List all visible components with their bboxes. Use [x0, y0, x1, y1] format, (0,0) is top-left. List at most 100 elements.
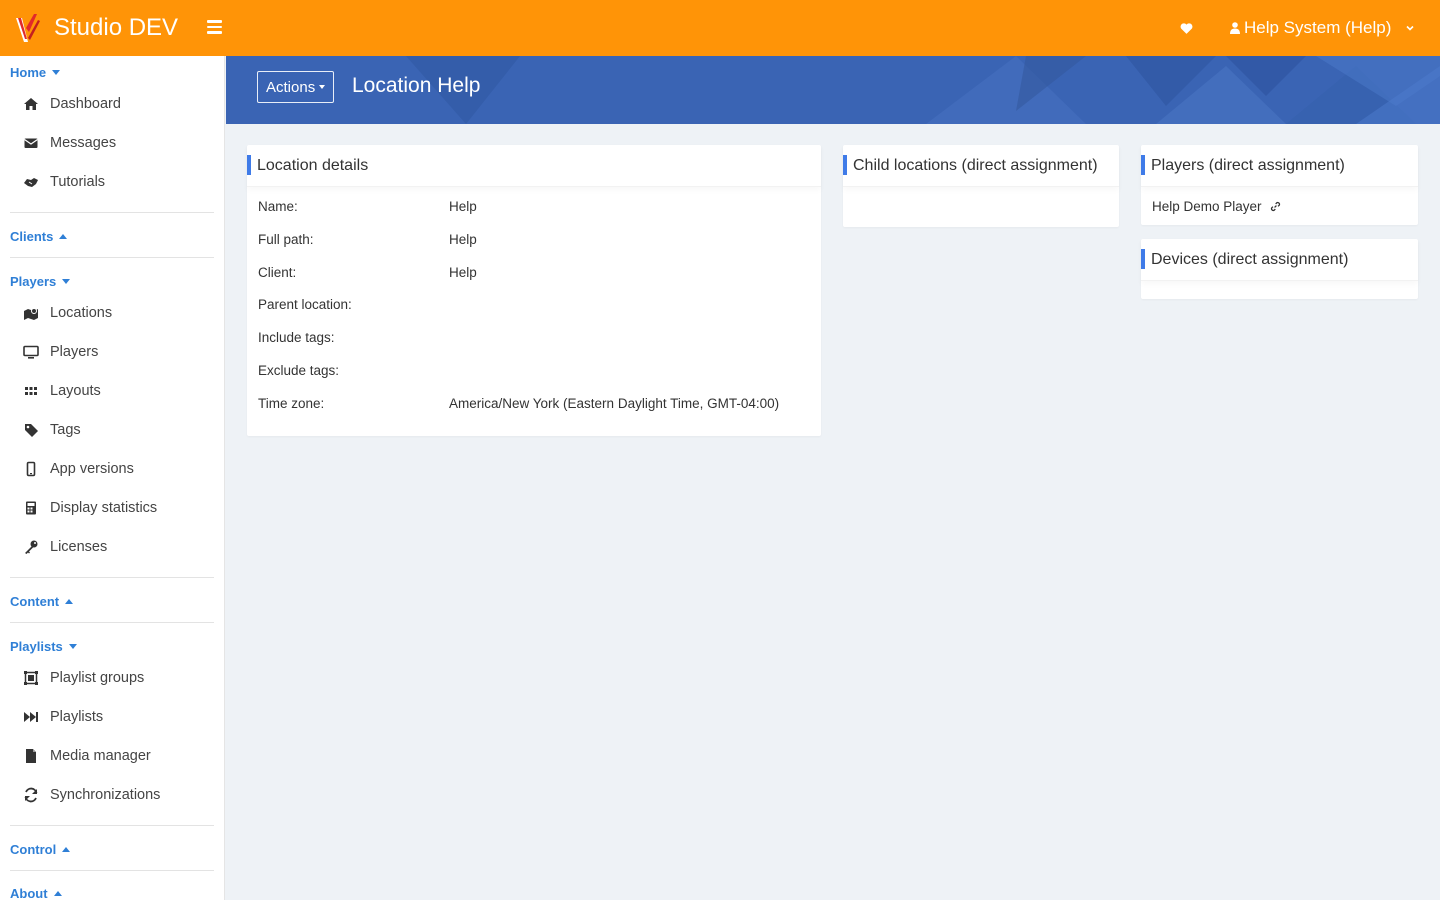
sidebar-divider [10, 870, 214, 871]
file-icon [22, 748, 40, 764]
detail-value: Help [449, 231, 477, 247]
page-title: Location Help [352, 74, 481, 97]
sidebar-item-label: Playlist groups [50, 670, 145, 686]
sidebar-item-players[interactable]: Players [22, 344, 98, 360]
sidebar-item-label: Tags [50, 422, 81, 438]
sidebar-item-locations[interactable]: Locations [22, 305, 112, 321]
sidebar-item-label: Players [50, 344, 99, 360]
sidebar-item-label: Dashboard [50, 96, 121, 112]
calculator-icon [22, 500, 40, 516]
sidebar-item-dashboard[interactable]: Dashboard [22, 96, 121, 112]
sidebar-divider [10, 825, 214, 826]
sidebar-item-label: Tutorials [50, 174, 106, 190]
sidebar-item-label: Licenses [50, 539, 108, 555]
player-name: Help Demo Player [1152, 199, 1262, 214]
location-details-card: Location details Name: Help Full path: Help… [247, 145, 821, 436]
child-locations-card: Child locations (direct assignment) [843, 145, 1119, 227]
section-label: Home [10, 65, 47, 80]
sidebar-item-synchronizations[interactable]: Synchronizations [22, 787, 160, 803]
sidebar-section-players[interactable]: Players [10, 274, 71, 289]
app-logo[interactable] [14, 12, 42, 44]
card-header: Location details [247, 145, 821, 187]
caret-down-icon [68, 644, 77, 649]
card-title: Players (direct assignment) [1151, 157, 1345, 174]
player-item[interactable]: Help Demo Player [1152, 199, 1281, 214]
detail-label: Full path: [258, 231, 314, 247]
card-title: Devices (direct assignment) [1151, 251, 1349, 268]
sidebar-section-clients[interactable]: Clients [10, 229, 68, 244]
app-title[interactable]: Studio DEV [54, 14, 178, 42]
actions-button[interactable]: Actions [257, 71, 335, 103]
card-header: Devices (direct assignment) [1141, 239, 1418, 281]
caret-down-icon [52, 70, 61, 75]
section-label: Players [10, 274, 57, 289]
detail-label: Parent location: [258, 297, 352, 313]
card-header: Child locations (direct assignment) [843, 145, 1119, 187]
sidebar-item-app-versions[interactable]: App versions [22, 461, 134, 477]
key-icon [22, 539, 40, 555]
detail-label: Include tags: [258, 330, 335, 346]
sidebar-item-display-statistics[interactable]: Display statistics [22, 500, 157, 516]
sidebar-item-playlist-groups[interactable]: Playlist groups [22, 670, 144, 686]
card-title: Location details [257, 157, 369, 174]
monitor-icon [22, 344, 40, 360]
caret-down-icon [319, 85, 326, 89]
sync-icon [22, 787, 40, 803]
sidebar-item-playlists[interactable]: Playlists [22, 709, 103, 725]
section-label: Clients [10, 229, 54, 244]
caret-down-icon [62, 279, 71, 284]
detail-value: Help [449, 199, 477, 214]
tag-icon [22, 422, 40, 438]
sidebar-item-tutorials[interactable]: Tutorials [22, 174, 105, 190]
user-menu[interactable]: Help System (Help) [1230, 18, 1415, 38]
top-bar: Studio DEV Help System (Help) [0, 0, 1440, 56]
caret-up-icon [65, 599, 74, 604]
heart-icon[interactable] [1180, 22, 1193, 35]
detail-label: Time zone: [258, 395, 325, 411]
sidebar-section-home[interactable]: Home [10, 65, 61, 80]
sidebar-item-label: Messages [50, 135, 117, 151]
devices-card: Devices (direct assignment) [1141, 239, 1418, 299]
link-icon[interactable] [1270, 201, 1281, 212]
sidebar-item-label: Display statistics [50, 500, 158, 516]
object-group-icon [22, 670, 40, 686]
grid-icon [22, 383, 40, 399]
section-label: About [10, 886, 48, 900]
actions-label: Actions [266, 78, 316, 96]
sidebar-item-label: App versions [50, 461, 134, 477]
caret-up-icon [53, 891, 62, 896]
detail-label: Exclude tags: [258, 363, 340, 378]
sidebar-item-messages[interactable]: Messages [22, 135, 116, 151]
sidebar-divider [10, 622, 214, 623]
envelope-icon [22, 135, 40, 151]
sidebar-section-control[interactable]: Control [10, 842, 71, 857]
home-icon [22, 96, 40, 112]
sidebar-item-media-manager[interactable]: Media manager [22, 748, 151, 764]
fast-forward-icon [22, 709, 40, 725]
sidebar-section-about[interactable]: About [10, 886, 62, 900]
section-label: Content [10, 594, 60, 609]
card-header: Players (direct assignment) [1141, 145, 1418, 187]
sidebar-item-tags[interactable]: Tags [22, 422, 81, 438]
section-label: Playlists [10, 639, 63, 654]
sidebar-divider [10, 257, 214, 258]
sidebar: Home Dashboard Messages Tutorials Client… [0, 56, 225, 900]
sidebar-divider [10, 212, 214, 213]
sidebar-item-label: Locations [50, 305, 113, 321]
section-label: Control [10, 842, 57, 857]
detail-label: Name: [258, 199, 298, 214]
sidebar-section-content[interactable]: Content [10, 594, 74, 609]
page-header-band: Actions Location Help [226, 56, 1440, 124]
detail-value: America/New York (Eastern Daylight Time,… [449, 395, 780, 411]
sidebar-section-playlists[interactable]: Playlists [10, 639, 77, 654]
sidebar-item-label: Layouts [50, 383, 101, 399]
caret-up-icon [59, 234, 68, 239]
sidebar-item-layouts[interactable]: Layouts [22, 383, 101, 399]
sidebar-item-licenses[interactable]: Licenses [22, 539, 107, 555]
caret-up-icon [62, 847, 71, 852]
sidebar-item-label: Media manager [50, 748, 151, 764]
mobile-icon [22, 461, 40, 477]
sidebar-item-label: Synchronizations [50, 787, 161, 803]
menu-toggle-icon[interactable] [207, 20, 222, 34]
handshake-icon [22, 174, 40, 190]
